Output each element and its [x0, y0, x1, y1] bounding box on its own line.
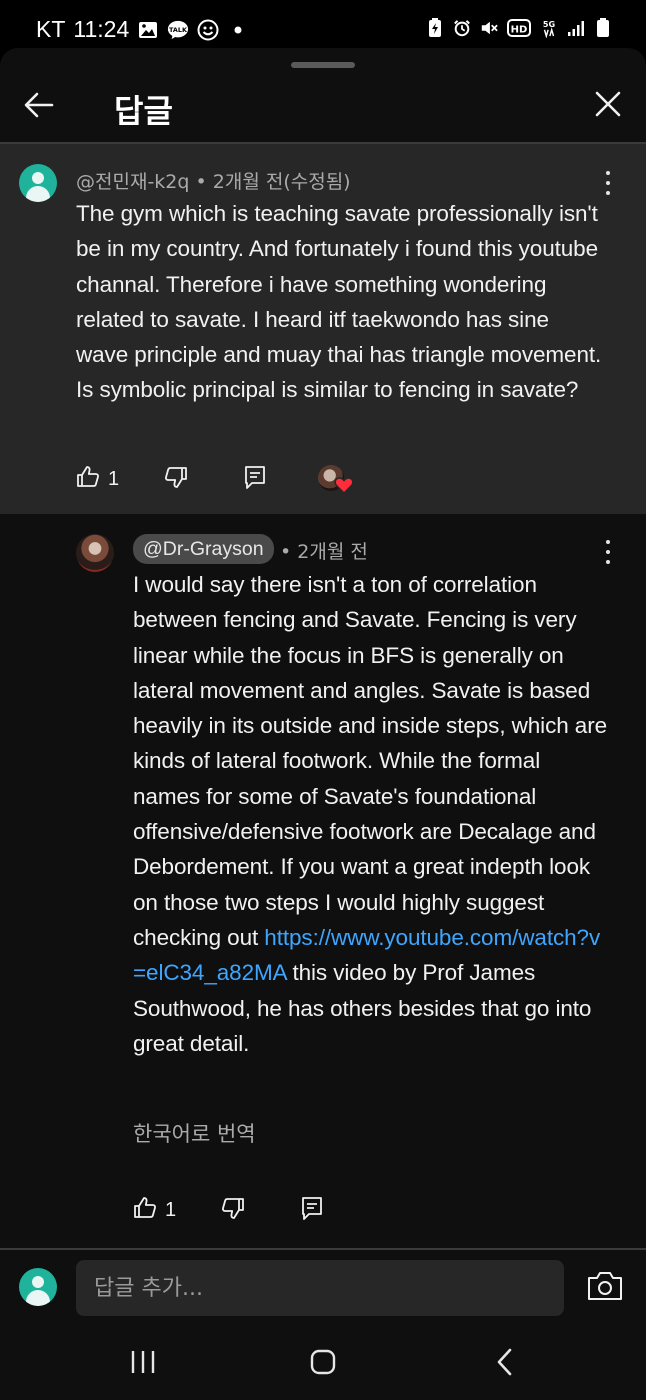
status-right: HD 5G [426, 18, 612, 38]
thumb-up-icon [133, 1196, 157, 1225]
meta-separator: • [280, 541, 292, 563]
sheet-drag-handle[interactable] [291, 62, 355, 68]
reply-input[interactable] [76, 1260, 564, 1316]
reply-icon [300, 1195, 324, 1226]
clock: 11:24 [73, 16, 130, 42]
thumb-down-icon [221, 1196, 245, 1225]
comment-text-part: I would say there isn't a ton of correla… [133, 572, 608, 950]
comment-meta: @전민재-k2q • 2개월 전(수정됨) [76, 167, 351, 194]
carrier-label: KT [36, 16, 66, 42]
reply-input-box[interactable] [76, 1260, 564, 1316]
network-5g-icon: 5G [540, 18, 558, 38]
more-vert-icon[interactable] [604, 171, 612, 195]
comment-author[interactable]: @전민재-k2q [76, 171, 189, 193]
dot-notification-icon [227, 19, 249, 41]
reply-composer [0, 1250, 646, 1330]
home-icon[interactable] [301, 1344, 345, 1380]
dislike-button[interactable] [164, 465, 188, 494]
like-count: 1 [108, 468, 120, 490]
hd-voice-icon: HD [507, 18, 531, 38]
svg-text:TALK: TALK [169, 25, 188, 33]
battery-saver-icon [426, 18, 444, 38]
system-nav-bar [0, 1330, 646, 1400]
reply-comment: @Dr-Grayson • 2개월 전 I would say there is… [0, 514, 646, 1248]
gallery-notification-icon [137, 19, 159, 41]
comment-age: 2개월 전 [297, 541, 368, 563]
signal-icon [567, 18, 585, 38]
avatar[interactable] [76, 534, 114, 572]
comment-meta: • 2개월 전 [280, 537, 368, 564]
mute-icon [480, 18, 498, 38]
recent-apps-icon[interactable] [121, 1344, 165, 1380]
translate-button[interactable]: 한국어로 번역 [133, 1118, 256, 1148]
reply-button[interactable] [243, 464, 267, 495]
camera-icon[interactable] [586, 1270, 624, 1302]
avatar[interactable] [19, 164, 57, 202]
meta-separator: • [195, 171, 207, 193]
close-icon[interactable] [592, 88, 624, 120]
parent-comment: @전민재-k2q • 2개월 전(수정됨) The gym which is t… [0, 144, 646, 514]
dislike-button[interactable] [221, 1196, 245, 1225]
thumb-up-icon [76, 465, 100, 494]
battery-icon [594, 18, 612, 38]
sheet-header: 답글 [0, 76, 646, 142]
reply-button[interactable] [300, 1195, 324, 1226]
comment-text: I would say there isn't a ton of correla… [133, 567, 607, 1061]
thumb-down-icon [164, 465, 188, 494]
reply-icon [243, 464, 267, 495]
talk-notification-icon: TALK [167, 19, 189, 41]
more-vert-icon[interactable] [604, 540, 612, 564]
like-button[interactable]: 1 [76, 465, 119, 494]
like-button[interactable]: 1 [133, 1196, 176, 1225]
back-arrow-icon[interactable] [22, 88, 56, 122]
alarm-icon [453, 18, 471, 38]
avatar[interactable] [19, 1268, 57, 1306]
comment-age: 2개월 전(수정됨) [212, 171, 351, 193]
back-nav-icon[interactable] [483, 1344, 527, 1380]
sheet-title: 답글 [114, 92, 173, 130]
smile-notification-icon [197, 19, 219, 41]
creator-heart-icon [318, 465, 354, 497]
svg-text:HD: HD [511, 25, 528, 36]
comment-text: The gym which is teaching savate profess… [76, 201, 602, 403]
svg-text:5G: 5G [543, 19, 556, 29]
like-count: 1 [165, 1199, 177, 1221]
creator-handle-badge[interactable]: @Dr-Grayson [133, 534, 274, 564]
status-left: KT 11:24 TALK [36, 16, 249, 43]
